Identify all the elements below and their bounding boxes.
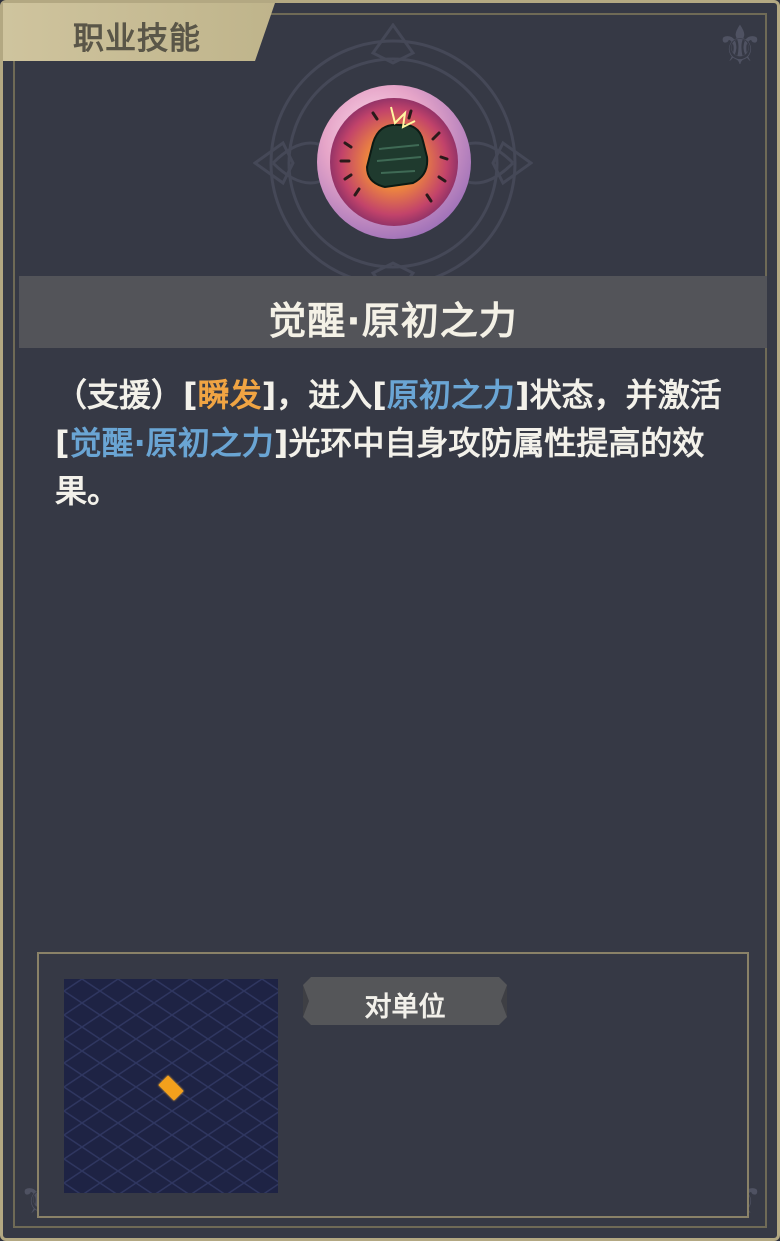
skill-name-bar: 觉醒·原初之力 bbox=[19, 276, 767, 348]
desc-text: （支援）[ bbox=[55, 376, 198, 414]
target-type-badge: 对单位 bbox=[303, 977, 507, 1025]
range-panel: 对单位 bbox=[37, 952, 749, 1218]
range-grid bbox=[64, 979, 278, 1193]
skill-description: （支援）[瞬发]，进入[原初之力]状态，并激活[觉醒·原初之力]光环中自身攻防属… bbox=[55, 371, 735, 515]
fist-rune-medallion-icon bbox=[317, 85, 471, 239]
tab-label: 职业技能 bbox=[73, 21, 201, 57]
target-label: 对单位 bbox=[364, 992, 446, 1023]
keyword-primal-power-state[interactable]: 原初之力 bbox=[387, 376, 515, 414]
keyword-awaken-primal-power[interactable]: 觉醒·原初之力 bbox=[70, 424, 274, 462]
desc-text: ]，进入[ bbox=[261, 376, 387, 414]
skill-card: ⚜ ⚜ ⚜ 职业技能 bbox=[0, 0, 780, 1241]
fleur-ornament-icon: ⚜ bbox=[715, 14, 765, 77]
tab-job-skill[interactable]: 职业技能 bbox=[3, 3, 275, 61]
keyword-instant[interactable]: 瞬发 bbox=[198, 376, 262, 414]
skill-name: 觉醒·原初之力 bbox=[268, 299, 518, 343]
